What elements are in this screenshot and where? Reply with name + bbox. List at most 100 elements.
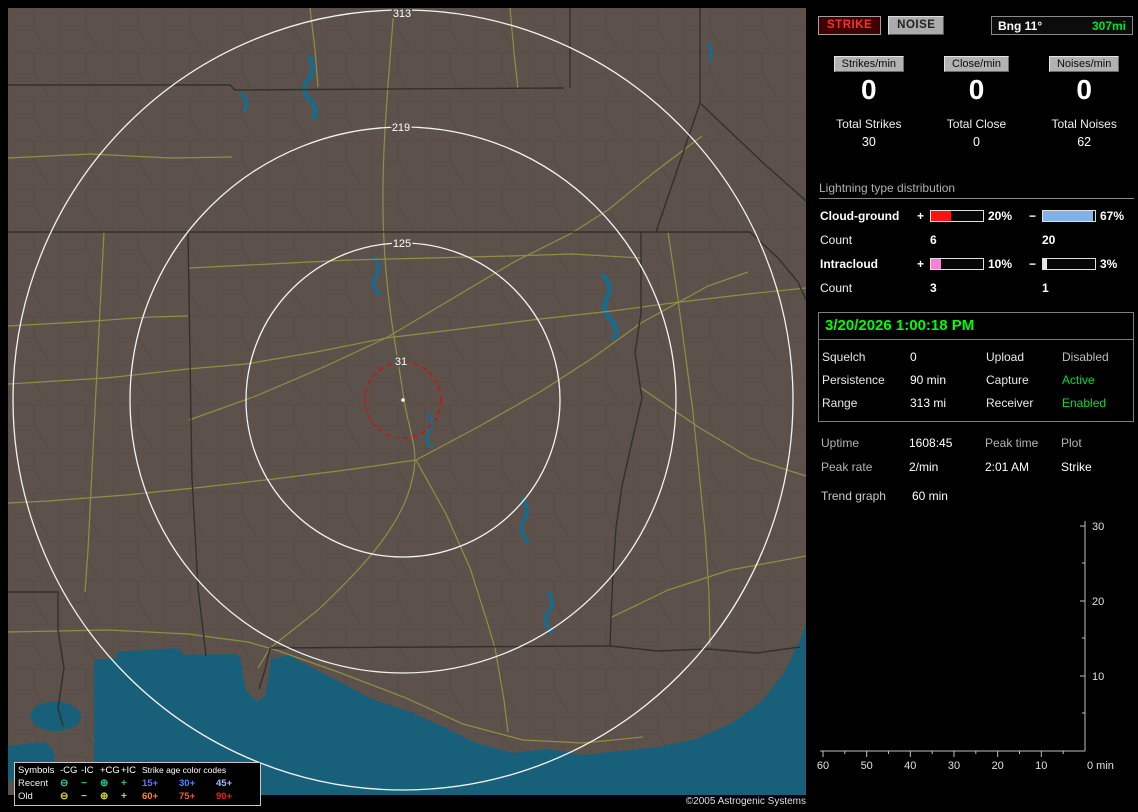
map-legend: Symbols -CG -IC +CG +IC Strike age color… [14, 762, 261, 806]
plot-value: Strike [1061, 460, 1092, 474]
status-panel: STRIKE NOISE Bng 11° 307mi Strikes/min 0… [815, 0, 1138, 812]
cg-minus-sign: − [1029, 209, 1037, 223]
ic-positive-count: 3 [930, 281, 937, 295]
total-close-label: Total Close [946, 117, 1007, 131]
x-tick-30: 30 [948, 760, 960, 772]
trend-y-labels: 30 20 10 [1092, 521, 1104, 683]
cg-positive-bar-fill [931, 211, 951, 221]
recent-neg-cg-symbol-icon: ⊖ [60, 778, 69, 789]
noises-column: Noises/min 0 Total Noises 62 [1030, 56, 1138, 149]
intracloud-label: Intracloud [820, 257, 879, 271]
range-label: Range [822, 396, 858, 410]
distribution-title: Lightning type distribution [819, 181, 1134, 199]
total-noises-value: 62 [1077, 135, 1092, 149]
bearing-value: Bng 11° [998, 18, 1043, 33]
receiver-label: Receiver [986, 396, 1034, 410]
peak-rate-label: Peak rate [821, 460, 873, 474]
total-strikes-value: 30 [861, 135, 876, 149]
strikes-per-min-button[interactable]: Strikes/min [833, 56, 905, 72]
age-60: 60+ [142, 791, 159, 802]
ic-positive-pct: 10% [988, 257, 1013, 271]
ring-label-313: 313 [393, 8, 411, 20]
cg-negative-bar-fill [1043, 211, 1094, 221]
peak-time-value: 2:01 AM [985, 460, 1030, 474]
old-pos-cg-symbol-icon: ⊕ [100, 791, 109, 802]
x-tick-50: 50 [861, 760, 873, 772]
strikes-column: Strikes/min 0 Total Strikes 30 [815, 56, 923, 149]
settings-grid: Squelch 0 Upload Disabled Persistence 90… [819, 340, 1133, 421]
receiver-center-marker [401, 398, 405, 402]
strike-indicator-button[interactable]: STRIKE [818, 16, 882, 35]
old-neg-cg-symbol-icon: ⊖ [60, 791, 69, 802]
squelch-value: 0 [910, 350, 917, 364]
capture-label: Capture [986, 373, 1029, 387]
legend-col-pos-ic: +IC [121, 765, 137, 776]
map-svg: 313 219 125 31 [8, 8, 806, 795]
cg-plus-sign: + [917, 209, 925, 223]
cg-positive-count: 6 [930, 233, 937, 247]
recent-pos-ic-symbol-icon: + [121, 778, 127, 789]
legend-symbols-header: Symbols [18, 765, 55, 776]
ic-plus-sign: + [917, 257, 925, 271]
uptime-value: 1608:45 [909, 436, 953, 450]
ring-label-219: 219 [392, 122, 410, 134]
legend-col-neg-cg: -CG [60, 765, 78, 776]
cg-count-label: Count [820, 233, 853, 247]
y-tick-10: 10 [1092, 671, 1104, 683]
cg-negative-bar [1042, 210, 1096, 222]
ring-label-125: 125 [393, 238, 411, 250]
lightning-type-distribution: Lightning type distribution Cloud-ground… [815, 181, 1138, 295]
ic-minus-sign: − [1029, 257, 1037, 271]
trend-y-ticks [1080, 525, 1085, 714]
ring-label-31: 31 [395, 356, 407, 368]
persistence-value: 90 min [910, 373, 947, 387]
persistence-label: Persistence [822, 373, 885, 387]
trend-chart: 30 20 10 60 50 40 30 20 10 0 min [817, 521, 1114, 772]
map-view[interactable]: 313 219 125 31 [8, 8, 806, 795]
close-per-min-button[interactable]: Close/min [944, 56, 1009, 72]
noises-per-min-button[interactable]: Noises/min [1048, 56, 1120, 72]
cloud-ground-row: Cloud-ground + 20% − 67% [820, 209, 1138, 223]
legend-old-label: Old [18, 791, 33, 802]
ic-positive-bar [930, 258, 984, 270]
total-noises-label: Total Noises [1051, 117, 1117, 131]
strikes-per-min-value: 0 [861, 74, 877, 105]
trend-x-ticks [822, 751, 1064, 757]
trend-graph-header: Trend graph 60 min [821, 489, 1138, 503]
indicator-row: STRIKE NOISE Bng 11° 307mi [818, 16, 1133, 35]
intracloud-count-row: Count 3 1 [820, 281, 1138, 295]
x-tick-10: 10 [1035, 760, 1047, 772]
status-info-box: 3/20/2026 1:00:18 PM Squelch 0 Upload Di… [818, 312, 1134, 422]
upload-status: Disabled [1062, 350, 1109, 364]
ic-negative-count: 1 [1042, 281, 1049, 295]
x-tick-60: 60 [817, 760, 829, 772]
peak-time-label: Peak time [985, 436, 1039, 450]
intracloud-row: Intracloud + 10% − 3% [820, 257, 1138, 271]
x-tick-20: 20 [992, 760, 1004, 772]
noise-indicator-button[interactable]: NOISE [888, 16, 945, 35]
age-30: 30+ [179, 778, 196, 789]
top-row-spacer [951, 16, 984, 35]
age-90: 90+ [216, 791, 233, 802]
upload-label: Upload [986, 350, 1025, 364]
current-timestamp: 3/20/2026 1:00:18 PM [819, 313, 1133, 340]
capture-status: Active [1062, 373, 1095, 387]
bearing-readout: Bng 11° 307mi [991, 16, 1133, 35]
legend-recent-label: Recent [18, 778, 49, 789]
range-value: 313 mi [910, 396, 947, 410]
plot-label: Plot [1061, 436, 1082, 450]
cg-positive-pct: 20% [988, 209, 1013, 223]
trend-graph-label: Trend graph [821, 489, 886, 503]
receiver-status: Enabled [1062, 396, 1107, 410]
age-45: 45+ [216, 778, 233, 789]
old-pos-ic-symbol-icon: + [121, 791, 127, 802]
ic-negative-pct: 3% [1100, 257, 1118, 271]
ic-negative-bar [1042, 258, 1096, 270]
x-origin-label: 0 min [1087, 760, 1114, 772]
old-neg-ic-symbol-icon: − [81, 791, 87, 802]
close-per-min-value: 0 [968, 74, 985, 105]
total-strikes-label: Total Strikes [836, 117, 902, 131]
recent-pos-cg-symbol-icon: ⊕ [100, 778, 109, 789]
y-tick-20: 20 [1092, 596, 1104, 608]
rate-counters: Strikes/min 0 Total Strikes 30 Close/min… [815, 56, 1138, 149]
